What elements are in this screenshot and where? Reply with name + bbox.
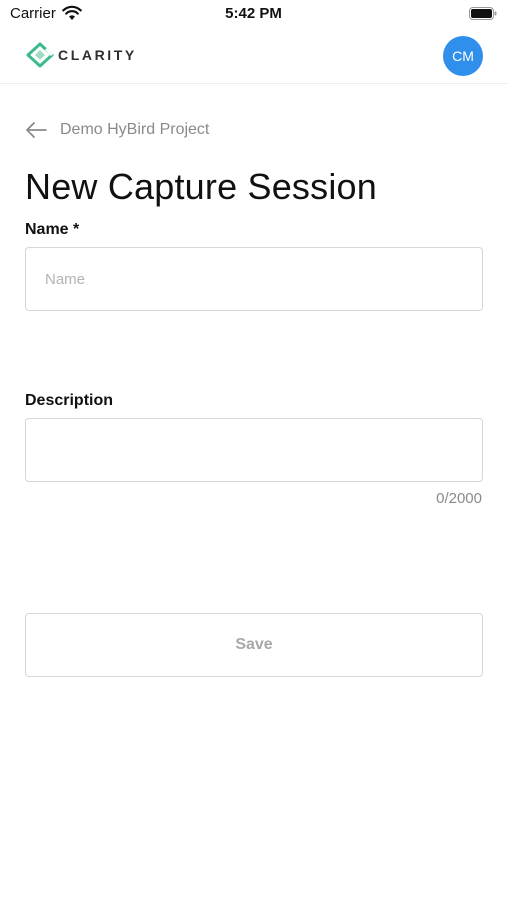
app-header: CLARITY CM [0, 30, 507, 84]
status-bar: Carrier 5:42 PM [0, 0, 507, 30]
description-char-counter: 0/2000 [436, 490, 482, 507]
name-input[interactable] [25, 247, 483, 311]
breadcrumb-label: Demo HyBird Project [60, 121, 210, 138]
save-button[interactable]: Save [25, 613, 483, 677]
description-input[interactable] [25, 418, 483, 482]
description-label: Description [25, 392, 114, 409]
arrow-left-icon [26, 122, 47, 138]
avatar-initials: CM [452, 48, 474, 64]
name-label: Name * [25, 221, 80, 238]
logo-text: CLARITY [58, 47, 137, 63]
page-title: New Capture Session [25, 166, 377, 207]
clock: 5:42 PM [225, 5, 282, 22]
breadcrumb[interactable]: Demo HyBird Project [25, 118, 209, 142]
clarity-logo[interactable]: CLARITY [26, 42, 137, 68]
clarity-logo-icon [26, 42, 54, 68]
battery-icon [469, 7, 497, 20]
avatar[interactable]: CM [443, 36, 483, 76]
